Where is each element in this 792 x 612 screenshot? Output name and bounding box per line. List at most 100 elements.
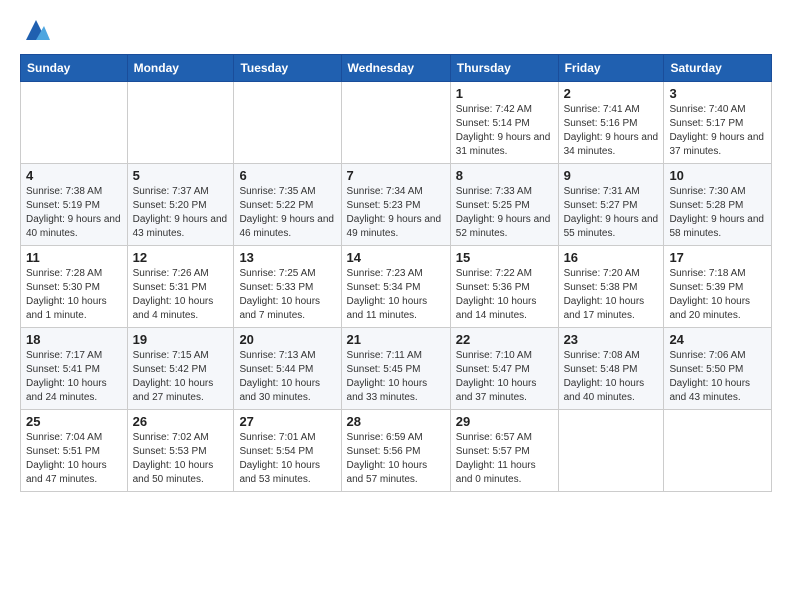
day-number: 28 <box>347 414 445 429</box>
calendar-cell: 12 Sunrise: 7:26 AMSunset: 5:31 PMDayligh… <box>127 246 234 328</box>
day-info: Sunrise: 7:06 AMSunset: 5:50 PMDaylight:… <box>669 349 766 405</box>
calendar-cell <box>234 82 341 164</box>
day-number: 22 <box>456 332 553 347</box>
calendar-cell: 4 Sunrise: 7:38 AMSunset: 5:19 PMDaylight… <box>21 164 128 246</box>
day-info: Sunrise: 7:42 AMSunset: 5:14 PMDaylight:… <box>456 103 553 159</box>
day-number: 17 <box>669 250 766 265</box>
day-number: 8 <box>456 168 553 183</box>
day-info: Sunrise: 7:34 AMSunset: 5:23 PMDaylight:… <box>347 185 445 241</box>
logo-icon <box>22 16 50 44</box>
day-info: Sunrise: 7:22 AMSunset: 5:36 PMDaylight:… <box>456 267 553 323</box>
logo <box>20 16 50 44</box>
day-number: 20 <box>239 332 335 347</box>
calendar-table: SundayMondayTuesdayWednesdayThursdayFrid… <box>20 54 772 492</box>
weekday-header-wednesday: Wednesday <box>341 55 450 82</box>
day-number: 21 <box>347 332 445 347</box>
calendar-cell: 28 Sunrise: 6:59 AMSunset: 5:56 PMDayligh… <box>341 410 450 492</box>
calendar-cell: 20 Sunrise: 7:13 AMSunset: 5:44 PMDayligh… <box>234 328 341 410</box>
day-number: 13 <box>239 250 335 265</box>
day-number: 27 <box>239 414 335 429</box>
day-number: 29 <box>456 414 553 429</box>
calendar-cell: 19Sunrise: 7:15 AMSunset: 5:42 PMDayligh… <box>127 328 234 410</box>
day-number: 1 <box>456 86 553 101</box>
weekday-header-monday: Monday <box>127 55 234 82</box>
weekday-header-row: SundayMondayTuesdayWednesdayThursdayFrid… <box>21 55 772 82</box>
calendar-cell: 6 Sunrise: 7:35 AMSunset: 5:22 PMDaylight… <box>234 164 341 246</box>
calendar-cell: 27 Sunrise: 7:01 AMSunset: 5:54 PMDayligh… <box>234 410 341 492</box>
day-info: Sunrise: 7:08 AMSunset: 5:48 PMDaylight:… <box>564 349 659 405</box>
day-number: 10 <box>669 168 766 183</box>
day-number: 6 <box>239 168 335 183</box>
calendar-cell: 2Sunrise: 7:41 AMSunset: 5:16 PMDaylight… <box>558 82 664 164</box>
calendar-cell: 5 Sunrise: 7:37 AMSunset: 5:20 PMDaylight… <box>127 164 234 246</box>
calendar-cell: 13Sunrise: 7:25 AMSunset: 5:33 PMDayligh… <box>234 246 341 328</box>
day-info: Sunrise: 7:33 AMSunset: 5:25 PMDaylight:… <box>456 185 553 241</box>
calendar-cell: 21 Sunrise: 7:11 AMSunset: 5:45 PMDayligh… <box>341 328 450 410</box>
day-number: 14 <box>347 250 445 265</box>
week-row-5: 25 Sunrise: 7:04 AMSunset: 5:51 PMDayligh… <box>21 410 772 492</box>
day-info: Sunrise: 7:38 AMSunset: 5:19 PMDaylight:… <box>26 185 122 241</box>
day-info: Sunrise: 7:01 AMSunset: 5:54 PMDaylight:… <box>239 431 335 487</box>
weekday-header-thursday: Thursday <box>450 55 558 82</box>
calendar-cell: 24 Sunrise: 7:06 AMSunset: 5:50 PMDayligh… <box>664 328 772 410</box>
day-info: Sunrise: 7:35 AMSunset: 5:22 PMDaylight:… <box>239 185 335 241</box>
week-row-2: 4 Sunrise: 7:38 AMSunset: 5:19 PMDaylight… <box>21 164 772 246</box>
calendar-cell: 23 Sunrise: 7:08 AMSunset: 5:48 PMDayligh… <box>558 328 664 410</box>
day-number: 16 <box>564 250 659 265</box>
day-info: Sunrise: 7:15 AMSunset: 5:42 PMDaylight:… <box>133 349 229 405</box>
weekday-header-tuesday: Tuesday <box>234 55 341 82</box>
week-row-1: 1 Sunrise: 7:42 AMSunset: 5:14 PMDaylight… <box>21 82 772 164</box>
weekday-header-sunday: Sunday <box>21 55 128 82</box>
day-info: Sunrise: 7:37 AMSunset: 5:20 PMDaylight:… <box>133 185 229 241</box>
day-number: 4 <box>26 168 122 183</box>
day-info: Sunrise: 7:20 AMSunset: 5:38 PMDaylight:… <box>564 267 659 323</box>
calendar-cell: 16 Sunrise: 7:20 AMSunset: 5:38 PMDayligh… <box>558 246 664 328</box>
day-number: 11 <box>26 250 122 265</box>
day-number: 24 <box>669 332 766 347</box>
day-info: Sunrise: 7:28 AMSunset: 5:30 PMDaylight:… <box>26 267 122 323</box>
calendar-cell <box>558 410 664 492</box>
calendar-cell: 9Sunrise: 7:31 AMSunset: 5:27 PMDaylight… <box>558 164 664 246</box>
calendar-cell: 18 Sunrise: 7:17 AMSunset: 5:41 PMDayligh… <box>21 328 128 410</box>
calendar-cell <box>127 82 234 164</box>
calendar-cell: 1 Sunrise: 7:42 AMSunset: 5:14 PMDaylight… <box>450 82 558 164</box>
day-info: Sunrise: 6:57 AMSunset: 5:57 PMDaylight:… <box>456 431 553 487</box>
day-number: 9 <box>564 168 659 183</box>
day-info: Sunrise: 7:30 AMSunset: 5:28 PMDaylight:… <box>669 185 766 241</box>
day-info: Sunrise: 7:40 AMSunset: 5:17 PMDaylight:… <box>669 103 766 159</box>
day-info: Sunrise: 7:10 AMSunset: 5:47 PMDaylight:… <box>456 349 553 405</box>
day-number: 25 <box>26 414 122 429</box>
day-number: 2 <box>564 86 659 101</box>
day-info: Sunrise: 7:02 AMSunset: 5:53 PMDaylight:… <box>133 431 229 487</box>
day-number: 26 <box>133 414 229 429</box>
day-info: Sunrise: 7:04 AMSunset: 5:51 PMDaylight:… <box>26 431 122 487</box>
weekday-header-saturday: Saturday <box>664 55 772 82</box>
weekday-header-friday: Friday <box>558 55 664 82</box>
calendar-cell: 26 Sunrise: 7:02 AMSunset: 5:53 PMDayligh… <box>127 410 234 492</box>
day-info: Sunrise: 6:59 AMSunset: 5:56 PMDaylight:… <box>347 431 445 487</box>
calendar-cell: 15 Sunrise: 7:22 AMSunset: 5:36 PMDayligh… <box>450 246 558 328</box>
calendar-cell: 25 Sunrise: 7:04 AMSunset: 5:51 PMDayligh… <box>21 410 128 492</box>
day-number: 15 <box>456 250 553 265</box>
calendar-cell: 29 Sunrise: 6:57 AMSunset: 5:57 PMDayligh… <box>450 410 558 492</box>
day-number: 3 <box>669 86 766 101</box>
day-info: Sunrise: 7:11 AMSunset: 5:45 PMDaylight:… <box>347 349 445 405</box>
page-header <box>20 16 772 44</box>
day-info: Sunrise: 7:26 AMSunset: 5:31 PMDaylight:… <box>133 267 229 323</box>
calendar-cell: 8 Sunrise: 7:33 AMSunset: 5:25 PMDaylight… <box>450 164 558 246</box>
calendar-cell: 3 Sunrise: 7:40 AMSunset: 5:17 PMDaylight… <box>664 82 772 164</box>
day-number: 5 <box>133 168 229 183</box>
week-row-4: 18 Sunrise: 7:17 AMSunset: 5:41 PMDayligh… <box>21 328 772 410</box>
day-info: Sunrise: 7:18 AMSunset: 5:39 PMDaylight:… <box>669 267 766 323</box>
day-info: Sunrise: 7:23 AMSunset: 5:34 PMDaylight:… <box>347 267 445 323</box>
calendar-cell <box>341 82 450 164</box>
day-info: Sunrise: 7:13 AMSunset: 5:44 PMDaylight:… <box>239 349 335 405</box>
calendar-cell: 17 Sunrise: 7:18 AMSunset: 5:39 PMDayligh… <box>664 246 772 328</box>
day-number: 23 <box>564 332 659 347</box>
day-number: 12 <box>133 250 229 265</box>
calendar-cell: 11 Sunrise: 7:28 AMSunset: 5:30 PMDayligh… <box>21 246 128 328</box>
day-number: 18 <box>26 332 122 347</box>
day-info: Sunrise: 7:17 AMSunset: 5:41 PMDaylight:… <box>26 349 122 405</box>
week-row-3: 11 Sunrise: 7:28 AMSunset: 5:30 PMDayligh… <box>21 246 772 328</box>
calendar-cell: 14 Sunrise: 7:23 AMSunset: 5:34 PMDayligh… <box>341 246 450 328</box>
